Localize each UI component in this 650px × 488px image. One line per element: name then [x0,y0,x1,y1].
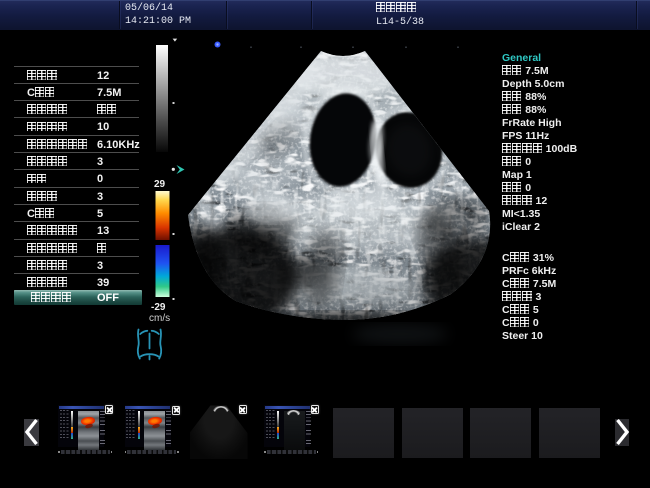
svg-text:-29: -29 [151,302,166,313]
svg-text:cm/s: cm/s [149,313,170,324]
svg-text:29: 29 [154,179,166,190]
